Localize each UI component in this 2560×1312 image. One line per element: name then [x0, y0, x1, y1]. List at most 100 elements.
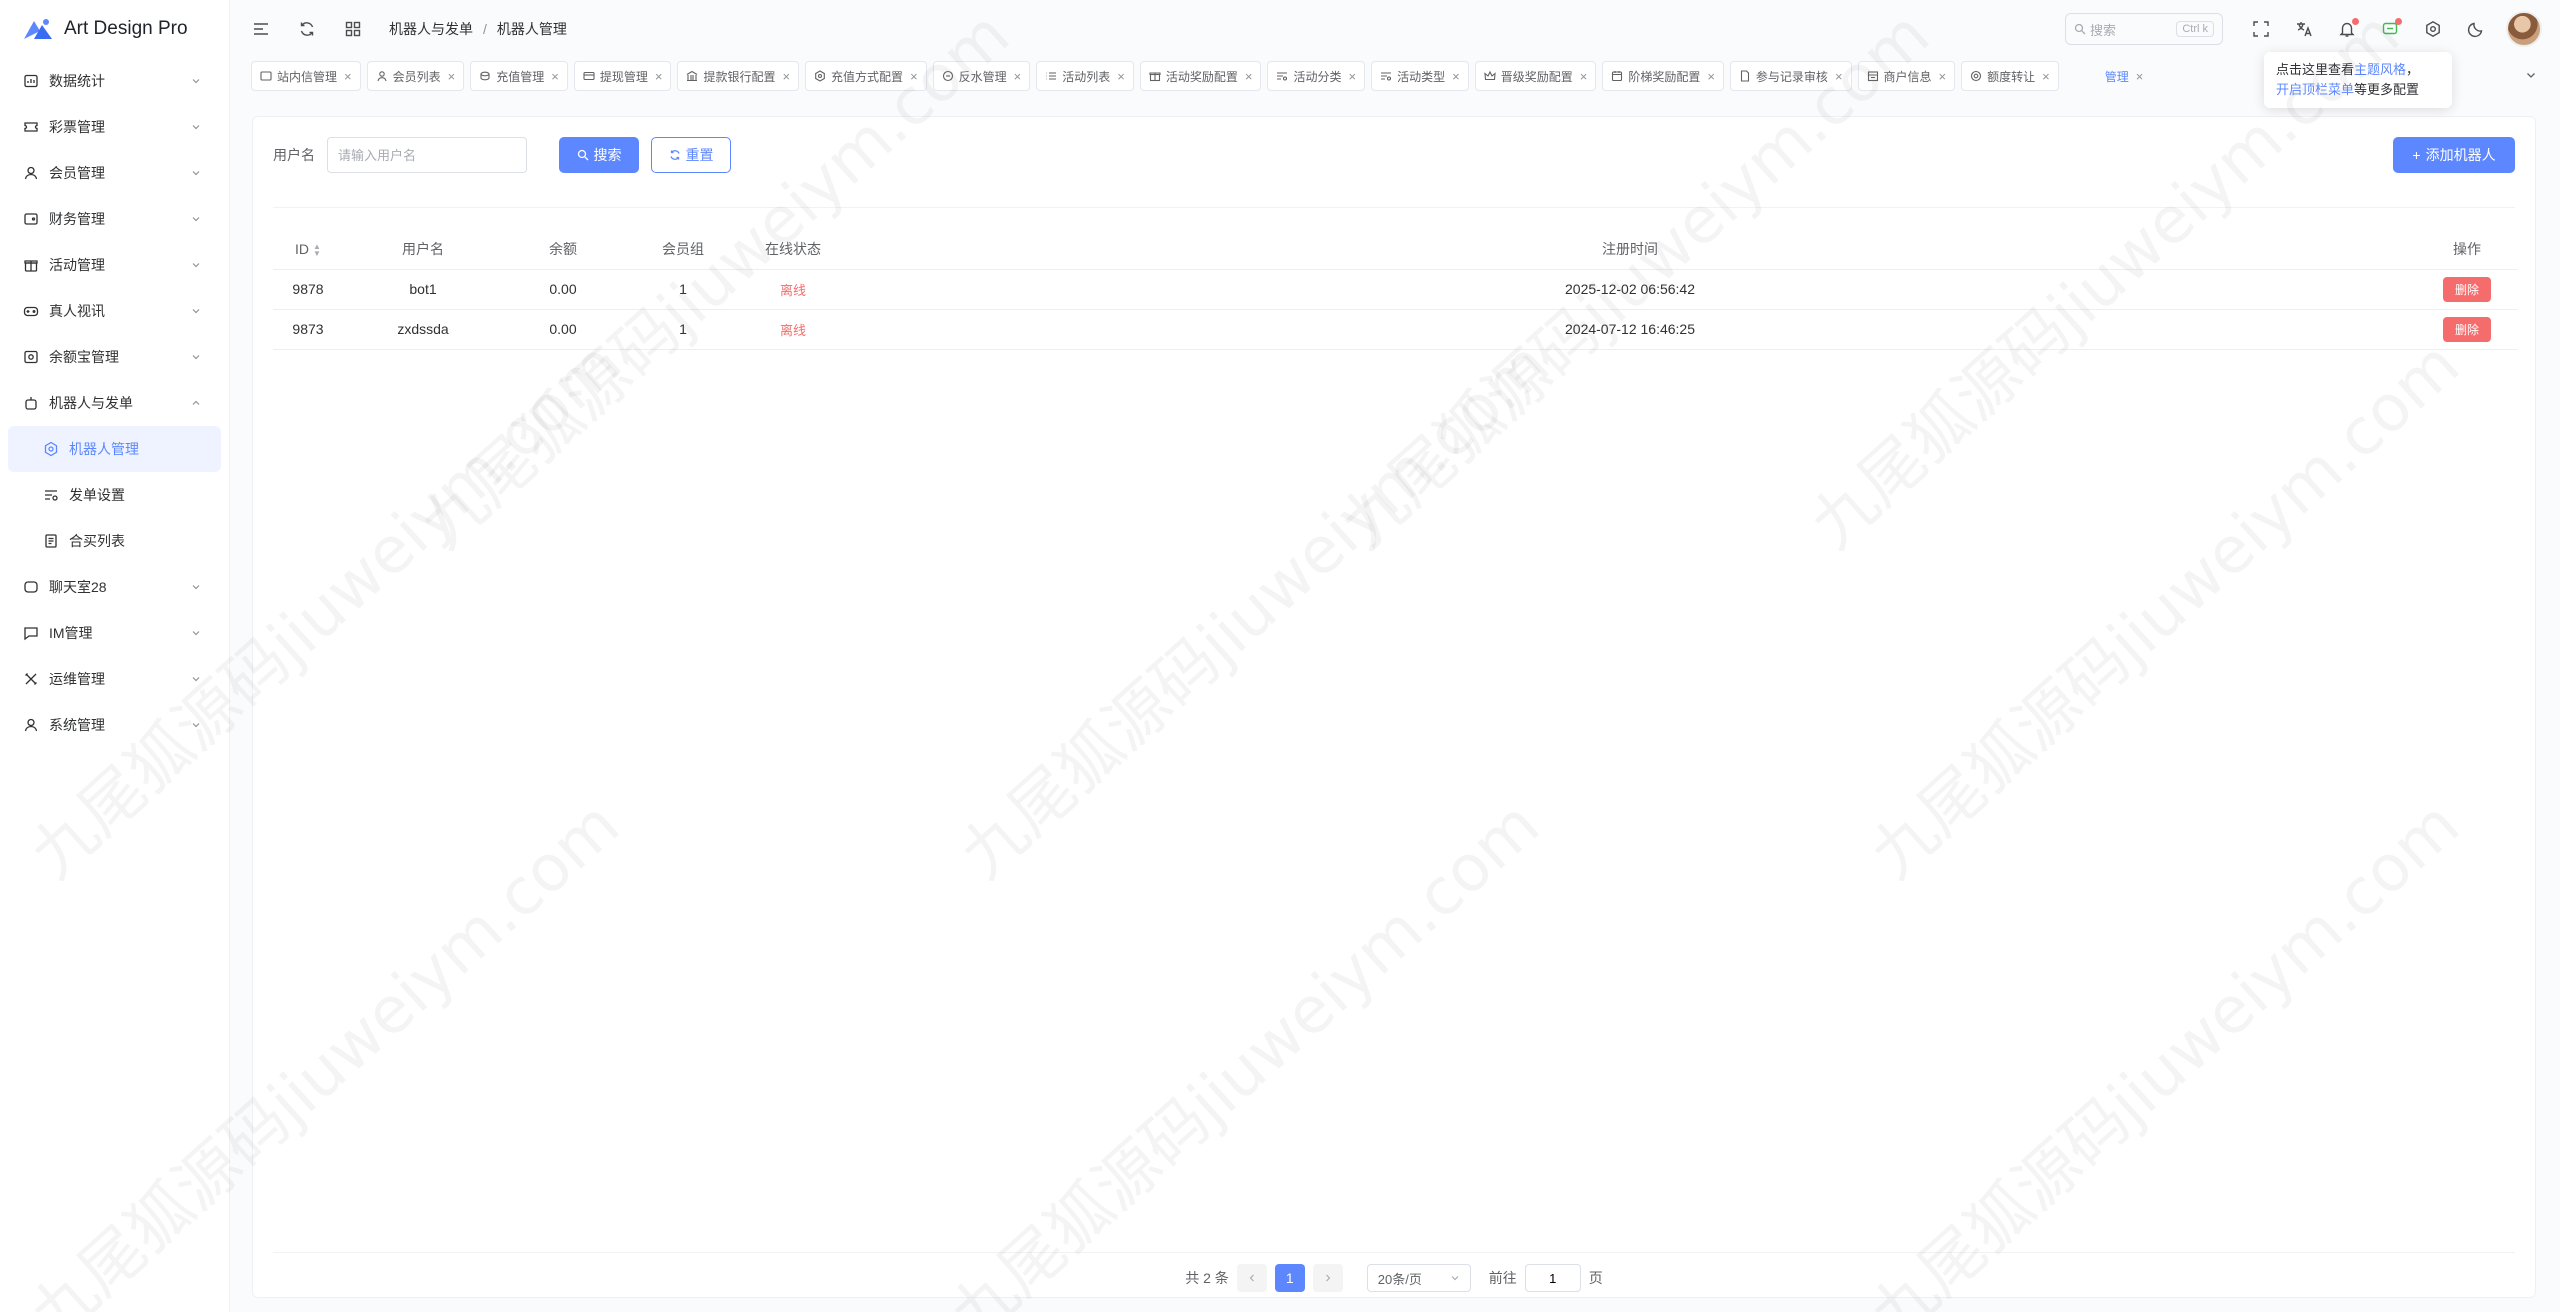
close-icon[interactable]: ×: [1580, 69, 1588, 84]
cell-online-status: 离线: [743, 269, 843, 310]
settings-icon[interactable]: [2423, 19, 2443, 39]
table-header: ID ▲ ▼ 用户名 余额 会员组 在线状态 注册时间 操作: [273, 229, 2517, 270]
tab-member-list[interactable]: 会员列表 ×: [366, 61, 465, 91]
bell-icon[interactable]: [2337, 18, 2359, 39]
tab-activity-rewards[interactable]: 活动奖励配置 ×: [1139, 61, 1262, 91]
tab-quota-transfer[interactable]: 额度转让 ×: [1961, 61, 2059, 91]
close-icon[interactable]: ×: [1117, 69, 1125, 84]
prev-page-button[interactable]: [1236, 1264, 1267, 1292]
filter-list-icon: [1380, 70, 1392, 82]
close-icon[interactable]: ×: [782, 69, 790, 84]
close-icon[interactable]: ×: [1452, 69, 1460, 84]
app-logo[interactable]: Art Design Pro: [0, 0, 229, 58]
tab-recharge[interactable]: 充值管理 ×: [470, 61, 568, 91]
sidebar-item-label: IM管理: [49, 625, 93, 641]
sidebar-item-chatroom28[interactable]: 聊天室28: [0, 564, 229, 610]
sidebar-item-finance[interactable]: 财务管理: [0, 196, 229, 242]
filter-list-icon: [42, 486, 60, 504]
sidebar-subitem-robot-management[interactable]: 机器人管理: [8, 426, 221, 472]
sidebar-item-system[interactable]: 系统管理: [0, 702, 229, 748]
tab-activity-category[interactable]: 活动分类 ×: [1267, 61, 1366, 91]
add-robot-button[interactable]: + 添加机器人: [2393, 137, 2515, 173]
col-header-id[interactable]: ID ▲ ▼: [273, 229, 343, 270]
reset-button[interactable]: 重置: [651, 137, 731, 173]
close-icon[interactable]: ×: [1014, 69, 1022, 84]
close-icon[interactable]: ×: [1349, 69, 1357, 84]
sort-icon[interactable]: ▲ ▼: [313, 242, 321, 257]
breadcrumb-item[interactable]: 机器人与发单: [389, 19, 473, 39]
sidebar-item-data-stats[interactable]: 数据统计: [0, 58, 229, 104]
close-icon[interactable]: ×: [551, 69, 559, 84]
tab-site-messages[interactable]: 站内信管理 ×: [251, 61, 361, 91]
list-icon: [1045, 70, 1057, 82]
coins-icon: [479, 70, 491, 82]
user-cog-icon: [22, 716, 40, 734]
sidebar-item-live-video[interactable]: 真人视讯: [0, 288, 229, 334]
close-icon[interactable]: ×: [2042, 69, 2050, 84]
sidebar-subitem-order-settings[interactable]: 发单设置: [0, 472, 229, 518]
global-search[interactable]: 搜索 Ctrl k: [2065, 13, 2223, 45]
close-icon[interactable]: ×: [1707, 69, 1715, 84]
tab-activity-list[interactable]: 活动列表 ×: [1036, 61, 1134, 91]
sidebar-item-lottery[interactable]: 彩票管理: [0, 104, 229, 150]
store-icon: [1867, 70, 1879, 82]
theme-style-link[interactable]: 主题风格: [2354, 62, 2406, 77]
moon-icon[interactable]: [2466, 19, 2486, 39]
divider: [273, 207, 2515, 208]
search-button[interactable]: 搜索: [559, 137, 639, 173]
avatar[interactable]: [2506, 11, 2542, 47]
chat-bubble-icon[interactable]: [2380, 18, 2402, 39]
close-icon[interactable]: ×: [2136, 69, 2144, 84]
chevron-down-icon: [189, 580, 203, 594]
tab-withdraw-bank[interactable]: 提款银行配置 ×: [677, 61, 800, 91]
tab-rebate[interactable]: 反水管理 ×: [932, 61, 1031, 91]
chat-icon: [22, 578, 40, 596]
sidebar-item-im[interactable]: IM管理: [0, 610, 229, 656]
sidebar-item-yuebao[interactable]: 余额宝管理: [0, 334, 229, 380]
search-icon: [577, 149, 589, 161]
tab-withdraw[interactable]: 提现管理 ×: [573, 61, 672, 91]
username-input[interactable]: [327, 137, 527, 173]
sidebar-item-robot-orders[interactable]: 机器人与发单: [0, 380, 229, 426]
top-menu-link[interactable]: 开启顶栏菜单: [2276, 82, 2354, 97]
sidebar-item-members[interactable]: 会员管理: [0, 150, 229, 196]
add-robot-label: 添加机器人: [2425, 147, 2496, 163]
filter-list-icon: [1276, 70, 1288, 82]
message-icon: [22, 624, 40, 642]
next-page-button[interactable]: [1312, 1264, 1343, 1292]
refresh-icon: [669, 149, 681, 161]
close-icon[interactable]: ×: [655, 69, 663, 84]
grid-apps-icon[interactable]: [343, 19, 363, 39]
tab-activity-type[interactable]: 活动类型 ×: [1371, 61, 1469, 91]
sidebar-item-activities[interactable]: 活动管理: [0, 242, 229, 288]
wallet-icon: [22, 210, 40, 228]
tab-recharge-methods[interactable]: 充值方式配置 ×: [805, 61, 927, 91]
menu-toggle-icon[interactable]: [251, 19, 271, 39]
refresh-icon[interactable]: [297, 19, 317, 39]
translate-icon[interactable]: [2294, 19, 2314, 39]
close-icon[interactable]: ×: [344, 69, 352, 84]
close-icon[interactable]: ×: [1245, 69, 1253, 84]
tab-ladder-rewards[interactable]: 阶梯奖励配置 ×: [1602, 61, 1724, 91]
close-icon[interactable]: ×: [1835, 69, 1843, 84]
tab-merchant-info[interactable]: 商户信息 ×: [1857, 61, 1956, 91]
close-icon[interactable]: ×: [910, 69, 918, 84]
tools-icon: [22, 670, 40, 688]
delete-button[interactable]: 删除: [2442, 276, 2491, 302]
fullscreen-icon[interactable]: [2251, 19, 2271, 39]
delete-button[interactable]: 删除: [2442, 316, 2491, 342]
tab-promotion-rewards[interactable]: 晋级奖励配置 ×: [1474, 61, 1597, 91]
tab-robot-management-active[interactable]: 管理 ×: [2105, 61, 2152, 91]
goto-page-input[interactable]: [1524, 1264, 1581, 1292]
page-number-button[interactable]: 1: [1274, 1264, 1305, 1292]
page-tabs: 站内信管理 × 会员列表 × 充值管理 × 提现管理 × 提款银行配置 × 充值方式配置 ×…: [251, 60, 2542, 92]
page-size-select[interactable]: 20条/页: [1366, 1264, 1471, 1292]
document-icon: [42, 532, 60, 550]
tabs-more-chevron-icon[interactable]: [2520, 64, 2542, 86]
close-icon[interactable]: ×: [448, 69, 456, 84]
cell-username: zxdssda: [343, 309, 503, 350]
tab-participation-review[interactable]: 参与记录审核 ×: [1729, 61, 1852, 91]
sidebar-item-ops[interactable]: 运维管理: [0, 656, 229, 702]
close-icon[interactable]: ×: [1939, 69, 1947, 84]
sidebar-subitem-group-buy-list[interactable]: 合买列表: [0, 518, 229, 564]
